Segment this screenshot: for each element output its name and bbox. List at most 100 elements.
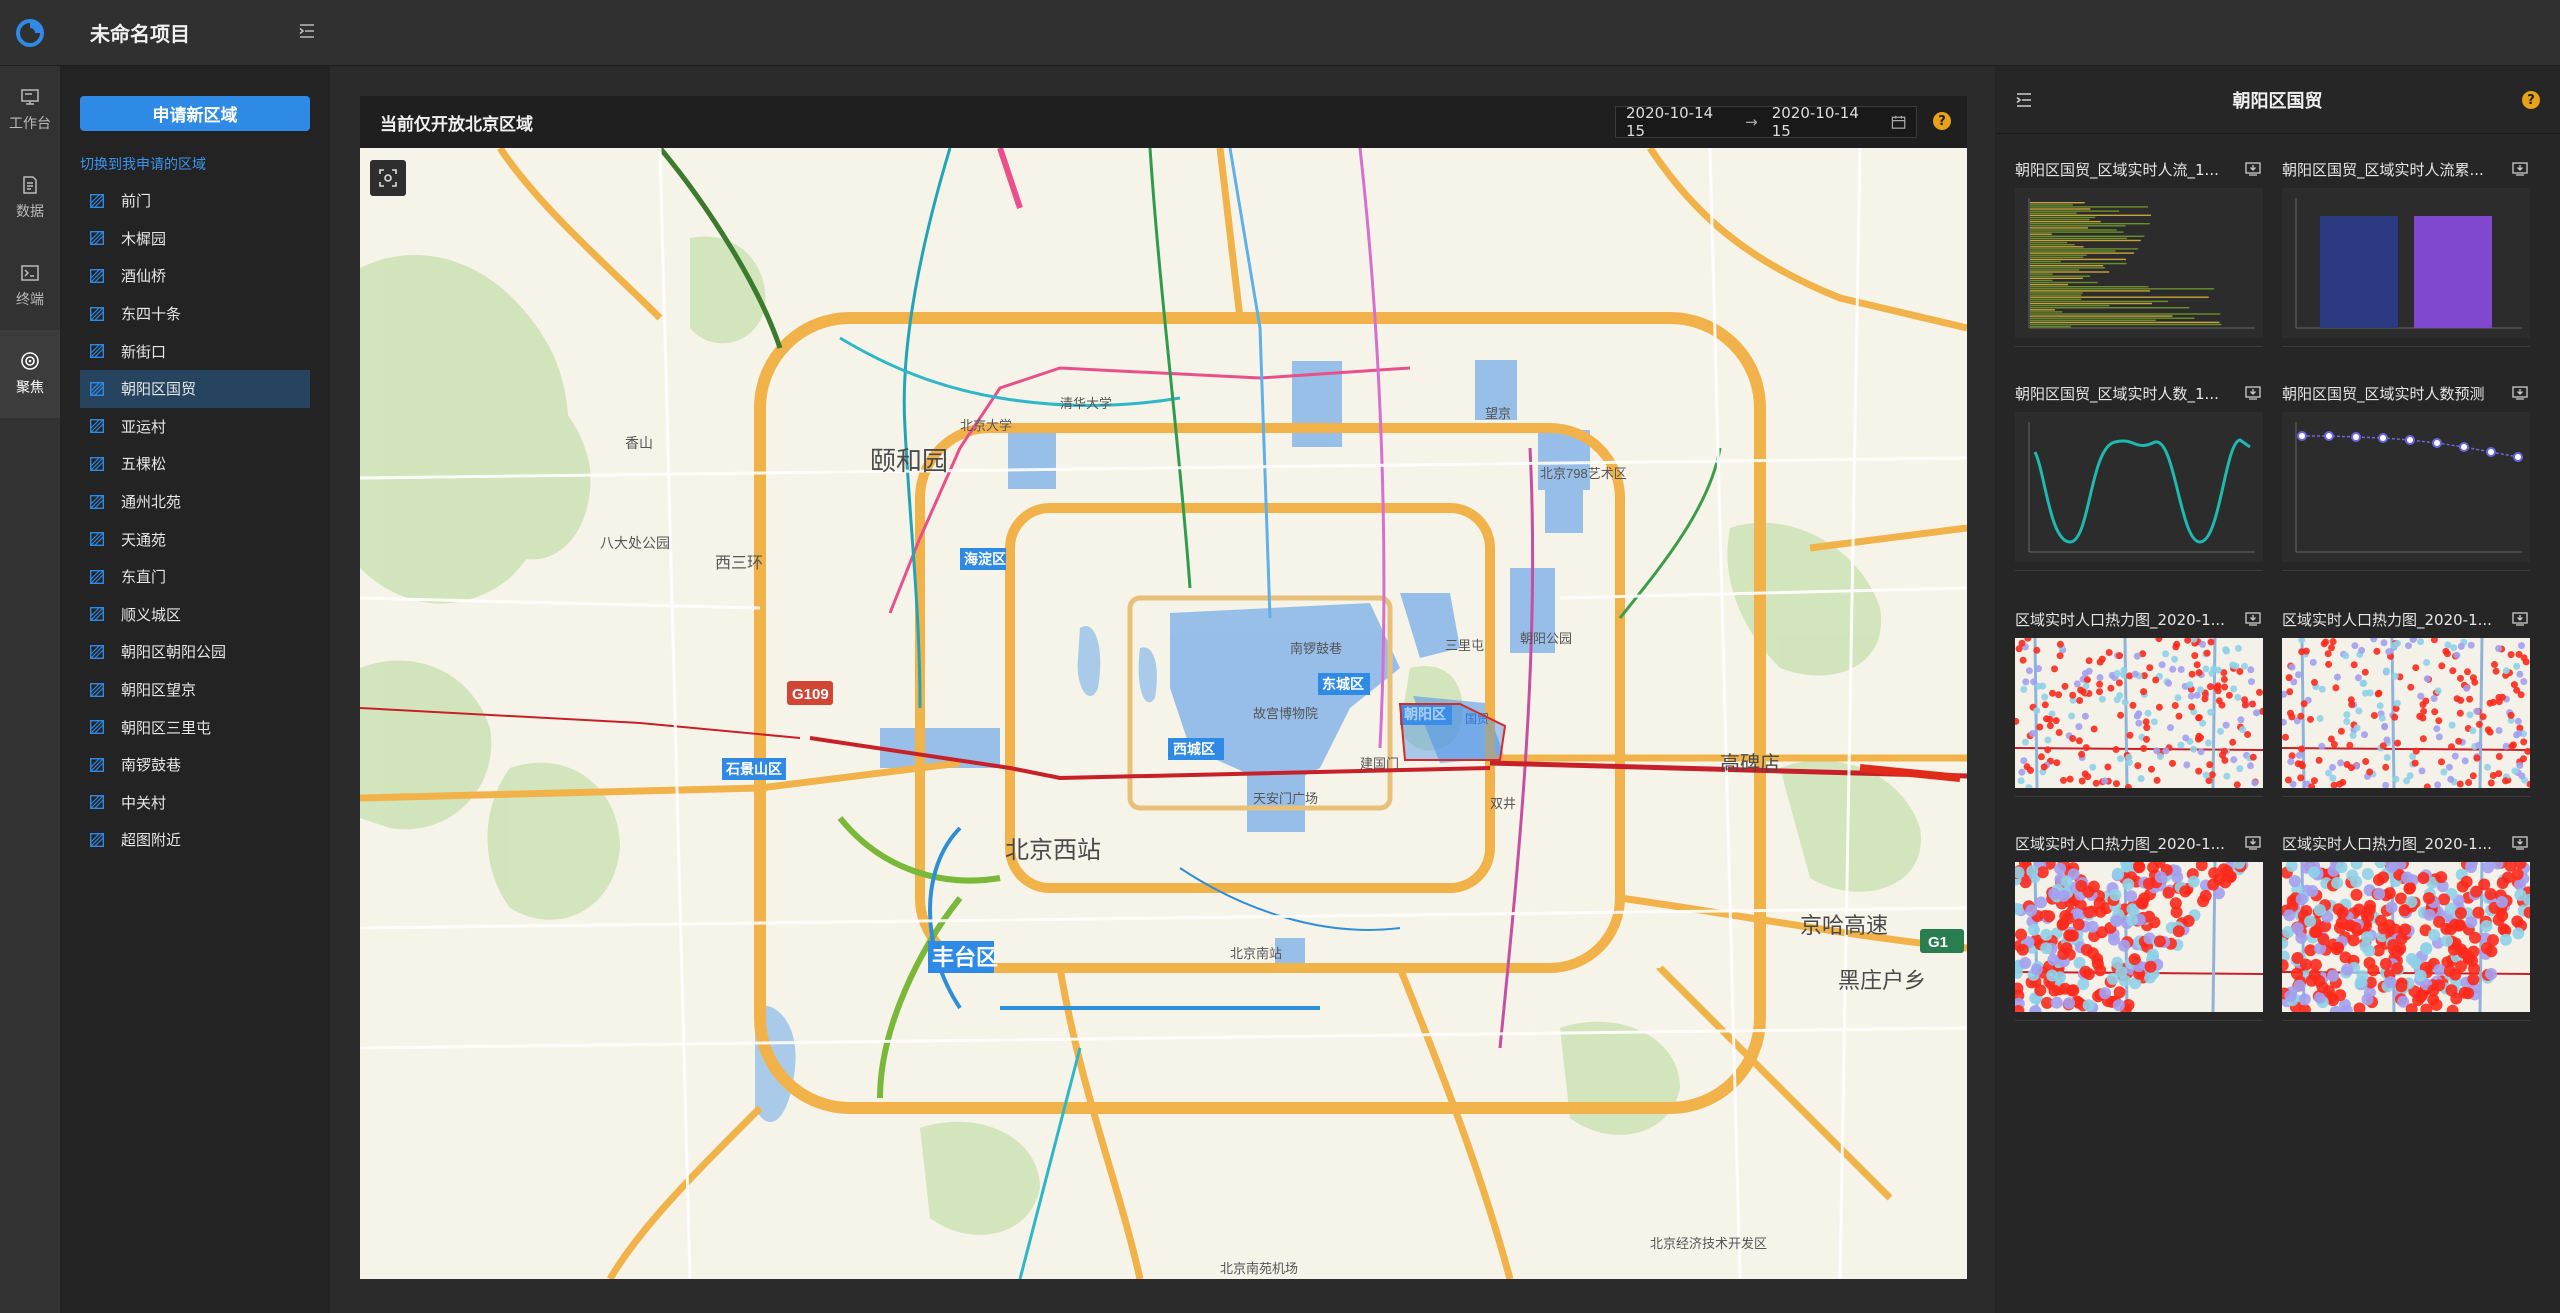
rail-item-focus[interactable]: 聚焦 bbox=[0, 330, 60, 418]
chart-thumbnail[interactable] bbox=[2282, 638, 2530, 788]
download-icon[interactable] bbox=[2245, 161, 2261, 177]
map-label-chaoyanggongyuan: 朝阳公园 bbox=[1520, 631, 1572, 646]
region-item[interactable]: 酒仙桥 bbox=[80, 257, 310, 295]
hbar bbox=[2030, 252, 2135, 254]
chart-thumbnail[interactable] bbox=[2282, 412, 2530, 562]
rail-item-terminal[interactable]: 终端 bbox=[0, 242, 60, 330]
region-item-label: 通州北苑 bbox=[121, 493, 182, 512]
region-detail-panel: 朝阳区国贸 ? 朝阳区国贸_区域实时人流_1... 朝阳区国贸_区域实时人流累..… bbox=[1995, 66, 2560, 1313]
region-item[interactable]: 木樨园 bbox=[80, 220, 310, 258]
date-start[interactable]: 2020-10-14 15 bbox=[1626, 104, 1731, 140]
region-polygon-icon bbox=[90, 456, 104, 471]
hbar bbox=[2030, 220, 2101, 223]
target-icon bbox=[21, 352, 39, 370]
chart-thumbnail[interactable] bbox=[2015, 188, 2263, 338]
map-fullscreen-button[interactable] bbox=[370, 160, 406, 196]
chart-tile[interactable]: 区域实时人口热力图_2020-1... bbox=[2015, 604, 2263, 804]
region-item[interactable]: 通州北苑 bbox=[80, 483, 310, 521]
chart-tile[interactable]: 区域实时人口热力图_2020-1... bbox=[2015, 828, 2263, 1028]
region-item-label: 朝阳区朝阳公园 bbox=[121, 643, 227, 662]
region-item-label: 南锣鼓巷 bbox=[121, 756, 182, 775]
region-item[interactable]: 五棵松 bbox=[80, 445, 310, 483]
rail-label: 工作台 bbox=[9, 116, 51, 132]
region-item[interactable]: 亚运村 bbox=[80, 408, 310, 446]
map-label-xicheng: 西城区 bbox=[1173, 741, 1215, 757]
download-icon[interactable] bbox=[2512, 385, 2528, 401]
rail-item-workbench[interactable]: 工作台 bbox=[0, 66, 60, 154]
chart-tile[interactable]: 区域实时人口热力图_2020-1... bbox=[2282, 604, 2530, 804]
hbar bbox=[2030, 225, 2126, 227]
region-item[interactable]: 朝阳区国贸 bbox=[80, 369, 310, 408]
map-view[interactable]: G109 G1 海淀区 西城区 东城区 朝阳区 石景山区 丰台区 颐和园 北京西… bbox=[360, 148, 1967, 1279]
hbar bbox=[2030, 244, 2075, 246]
region-item[interactable]: 朝阳区朝阳公园 bbox=[80, 633, 310, 671]
chart-tile[interactable]: 区域实时人口热力图_2020-1... bbox=[2282, 828, 2530, 1028]
chart-tile[interactable]: 朝阳区国贸_区域实时人流累... bbox=[2282, 154, 2530, 354]
chart-thumbnail[interactable] bbox=[2282, 862, 2530, 1012]
region-item[interactable]: 超图附近 bbox=[80, 821, 310, 859]
calendar-icon[interactable] bbox=[1891, 114, 1906, 130]
switch-region-label[interactable]: 切换到我申请的区域 bbox=[80, 154, 206, 174]
chart-tile[interactable]: 朝阳区国贸_区域实时人数_1... bbox=[2015, 378, 2263, 578]
chart-thumbnail[interactable] bbox=[2015, 412, 2263, 562]
region-list: 前门 木樨园 酒仙桥东四十条新街口 朝阳区国贸 亚运村五棵松通州北苑天通苑 东直门 顺义城区… bbox=[80, 182, 310, 859]
date-range-picker[interactable]: 2020-10-14 15 → 2020-10-14 15 bbox=[1615, 104, 1917, 140]
region-item-label: 东四十条 bbox=[121, 305, 182, 324]
hbar bbox=[2030, 315, 2173, 317]
hbar bbox=[2030, 216, 2096, 219]
menu-collapse-icon[interactable] bbox=[298, 22, 316, 40]
region-item[interactable]: 前门 bbox=[80, 182, 310, 220]
hbar bbox=[2030, 204, 2073, 206]
hbar bbox=[2030, 262, 2127, 265]
map-label-beida: 北京大学 bbox=[960, 418, 1012, 433]
apply-new-region-button[interactable]: 申请新区域 bbox=[80, 96, 310, 131]
region-item[interactable]: 朝阳区三里屯 bbox=[80, 708, 310, 746]
hbar bbox=[2030, 321, 2220, 324]
app-logo[interactable] bbox=[0, 0, 60, 66]
chart-tile[interactable]: 朝阳区国贸_区域实时人数预测 bbox=[2282, 378, 2530, 578]
region-polygon-icon bbox=[90, 494, 104, 509]
tile-divider bbox=[2015, 346, 2263, 347]
panel-help-icon[interactable]: ? bbox=[2522, 91, 2540, 109]
hbar bbox=[2030, 294, 2082, 296]
region-item[interactable]: 朝阳区望京 bbox=[80, 671, 310, 709]
region-item[interactable]: 东四十条 bbox=[80, 295, 310, 333]
panel-menu-icon[interactable] bbox=[2015, 91, 2033, 109]
region-item-label: 朝阳区望京 bbox=[121, 681, 197, 700]
chart-tile[interactable]: 朝阳区国贸_区域实时人流_1... bbox=[2015, 154, 2263, 354]
download-icon[interactable] bbox=[2245, 611, 2261, 627]
help-icon[interactable]: ? bbox=[1933, 112, 1951, 130]
hbar bbox=[2030, 304, 2110, 307]
hbar bbox=[2030, 231, 2124, 233]
map-card: 当前仅开放北京区域 2020-10-14 15 → 2020-10-14 15 … bbox=[360, 96, 1967, 1279]
region-item[interactable]: 顺义城区 bbox=[80, 596, 310, 634]
panel-header: 朝阳区国贸 ? bbox=[1995, 66, 2560, 134]
download-icon[interactable] bbox=[2245, 835, 2261, 851]
region-item[interactable]: 新街口 bbox=[80, 332, 310, 370]
screenshot-icon bbox=[379, 169, 397, 187]
region-item-label: 五棵松 bbox=[121, 455, 167, 474]
download-icon[interactable] bbox=[2245, 385, 2261, 401]
chart-thumbnail[interactable] bbox=[2015, 862, 2263, 1012]
hbar bbox=[2030, 319, 2156, 321]
download-icon[interactable] bbox=[2512, 161, 2528, 177]
region-item[interactable]: 天通苑 bbox=[80, 520, 310, 558]
hbar bbox=[2030, 309, 2055, 311]
hbar bbox=[2030, 302, 2152, 305]
chart-thumbnail[interactable] bbox=[2282, 188, 2530, 338]
download-icon[interactable] bbox=[2512, 611, 2528, 627]
map-canvas[interactable]: G109 G1 海淀区 西城区 东城区 朝阳区 石景山区 丰台区 颐和园 北京西… bbox=[360, 148, 1967, 1279]
download-icon[interactable] bbox=[2512, 835, 2528, 851]
region-item[interactable]: 南锣鼓巷 bbox=[80, 746, 310, 784]
date-end[interactable]: 2020-10-14 15 bbox=[1772, 104, 1877, 140]
rail-item-data[interactable]: 数据 bbox=[0, 154, 60, 242]
map-label-798: 北京798艺术区 bbox=[1540, 466, 1627, 481]
monitor-icon bbox=[21, 89, 39, 105]
region-item[interactable]: 中关村 bbox=[80, 784, 310, 822]
hbar bbox=[2030, 241, 2067, 244]
rail-label: 终端 bbox=[16, 292, 44, 308]
chart-thumbnail[interactable] bbox=[2015, 638, 2263, 788]
hbar bbox=[2030, 256, 2084, 258]
region-item[interactable]: 东直门 bbox=[80, 558, 310, 596]
chart-tile-title-text: 区域实时人口热力图_2020-1... bbox=[2015, 834, 2225, 853]
